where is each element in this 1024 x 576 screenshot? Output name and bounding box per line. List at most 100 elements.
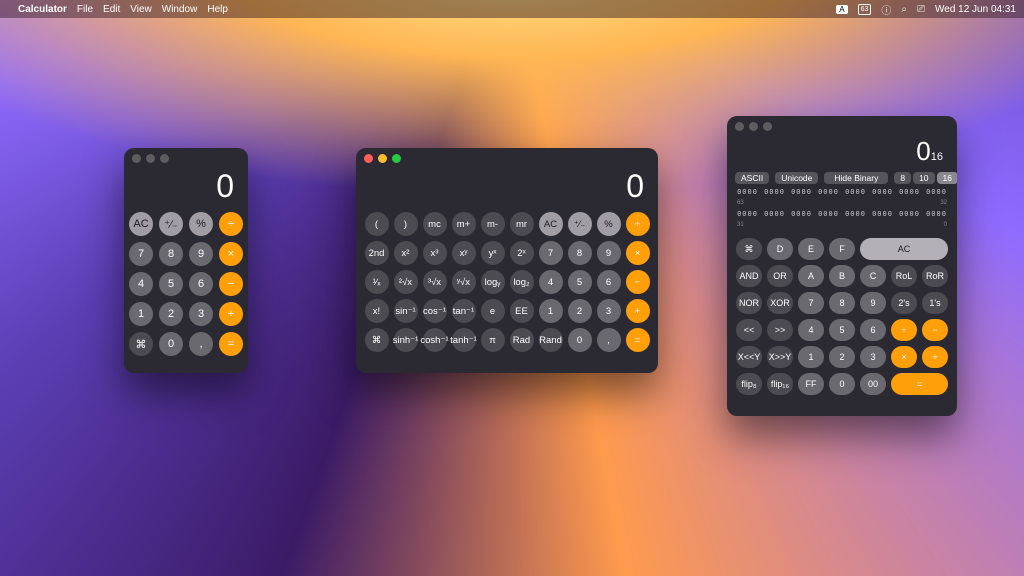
- key-e[interactable]: e: [481, 299, 505, 323]
- key-cosh[interactable]: cosh⁻¹: [423, 328, 447, 352]
- key-6[interactable]: 6: [597, 270, 621, 294]
- key-4[interactable]: 4: [539, 270, 563, 294]
- key-[interactable]: π: [481, 328, 505, 352]
- app-name[interactable]: Calculator: [18, 4, 67, 15]
- spotlight-icon[interactable]: ⌕: [901, 4, 907, 15]
- key-[interactable]: =: [891, 373, 948, 395]
- base-16-button[interactable]: 16: [937, 172, 957, 184]
- key-log[interactable]: log₂: [510, 270, 534, 294]
- ascii-button[interactable]: ASCII: [735, 172, 769, 184]
- key-[interactable]: +: [219, 302, 243, 326]
- key-m[interactable]: m+: [452, 212, 476, 236]
- unicode-button[interactable]: Unicode: [775, 172, 818, 184]
- key-ac[interactable]: AC: [539, 212, 563, 236]
- key-7[interactable]: 7: [129, 242, 153, 266]
- key-[interactable]: ,: [597, 328, 621, 352]
- key-x[interactable]: ³√x: [423, 270, 447, 294]
- key-[interactable]: −: [626, 270, 650, 294]
- key-x[interactable]: ʸ√x: [452, 270, 476, 294]
- key-00[interactable]: 00: [860, 373, 886, 395]
- key-b[interactable]: B: [829, 265, 855, 287]
- key-[interactable]: ÷: [626, 212, 650, 236]
- key-[interactable]: +: [626, 299, 650, 323]
- key-flip[interactable]: flip₈: [736, 373, 762, 395]
- key-tanh[interactable]: tanh⁻¹: [452, 328, 476, 352]
- key-[interactable]: ⌘: [129, 332, 153, 356]
- key-x[interactable]: x³: [423, 241, 447, 265]
- key-1-s[interactable]: 1's: [922, 292, 948, 314]
- key-[interactable]: ×: [219, 242, 243, 266]
- key-mc[interactable]: mc: [423, 212, 447, 236]
- key-sinh[interactable]: sinh⁻¹: [394, 328, 418, 352]
- key-mr[interactable]: mr: [510, 212, 534, 236]
- key-[interactable]: ×: [626, 241, 650, 265]
- key-8[interactable]: 8: [159, 242, 183, 266]
- key-xor[interactable]: XOR: [767, 292, 793, 314]
- base-8-button[interactable]: 8: [894, 172, 911, 184]
- bit-nibble[interactable]: 0000: [818, 188, 839, 196]
- menu-view[interactable]: View: [130, 4, 152, 15]
- key-ee[interactable]: EE: [510, 299, 534, 323]
- key-[interactable]: %: [189, 212, 213, 236]
- hide-binary-button[interactable]: Hide Binary: [824, 172, 888, 184]
- key-2[interactable]: 2: [159, 302, 183, 326]
- key-cos[interactable]: cos⁻¹: [423, 299, 447, 323]
- key-4[interactable]: 4: [798, 319, 824, 341]
- key-1[interactable]: 1: [798, 346, 824, 368]
- key-a[interactable]: A: [798, 265, 824, 287]
- key-d[interactable]: D: [767, 238, 793, 260]
- key-x-y[interactable]: X>>Y: [767, 346, 793, 368]
- key-7[interactable]: 7: [539, 241, 563, 265]
- bit-nibble[interactable]: 0000: [899, 210, 920, 218]
- key-0[interactable]: 0: [568, 328, 592, 352]
- key-3[interactable]: 3: [597, 299, 621, 323]
- bit-nibble[interactable]: 0000: [764, 210, 785, 218]
- key-8[interactable]: 8: [568, 241, 592, 265]
- key-2nd[interactable]: 2nd: [365, 241, 389, 265]
- key-x[interactable]: xʸ: [452, 241, 476, 265]
- menu-edit[interactable]: Edit: [103, 4, 120, 15]
- menubar-datetime[interactable]: Wed 12 Jun 04:31: [935, 4, 1016, 15]
- minimize-icon[interactable]: [378, 154, 387, 163]
- key-ac[interactable]: AC: [129, 212, 153, 236]
- key-y[interactable]: yˣ: [481, 241, 505, 265]
- key-9[interactable]: 9: [860, 292, 886, 314]
- close-icon[interactable]: [364, 154, 373, 163]
- key-[interactable]: =: [219, 332, 243, 356]
- key-1[interactable]: 1: [539, 299, 563, 323]
- battery-icon[interactable]: 63: [858, 4, 872, 15]
- zoom-icon[interactable]: [392, 154, 401, 163]
- minimize-icon[interactable]: [146, 154, 155, 163]
- key-0[interactable]: 0: [159, 332, 183, 356]
- bit-nibble[interactable]: 0000: [872, 210, 893, 218]
- key-[interactable]: −: [922, 319, 948, 341]
- key-2[interactable]: 2: [568, 299, 592, 323]
- bit-nibble[interactable]: 0000: [791, 188, 812, 196]
- key-rad[interactable]: Rad: [510, 328, 534, 352]
- minimize-icon[interactable]: [749, 122, 758, 131]
- key-nor[interactable]: NOR: [736, 292, 762, 314]
- key-[interactable]: ): [394, 212, 418, 236]
- bit-nibble[interactable]: 0000: [899, 188, 920, 196]
- key-8[interactable]: 8: [829, 292, 855, 314]
- key-[interactable]: %: [597, 212, 621, 236]
- key-5[interactable]: 5: [568, 270, 592, 294]
- key-[interactable]: >>: [767, 319, 793, 341]
- key-flip[interactable]: flip₁₆: [767, 373, 793, 395]
- bit-nibble[interactable]: 0000: [872, 188, 893, 196]
- key-5[interactable]: 5: [829, 319, 855, 341]
- key-rol[interactable]: RoL: [891, 265, 917, 287]
- key-c[interactable]: C: [860, 265, 886, 287]
- key-[interactable]: ÷: [219, 212, 243, 236]
- key-[interactable]: ,: [189, 332, 213, 356]
- bit-nibble[interactable]: 0000: [737, 210, 758, 218]
- key-[interactable]: <<: [736, 319, 762, 341]
- key-e[interactable]: E: [798, 238, 824, 260]
- key-0[interactable]: 0: [829, 373, 855, 395]
- base-10-button[interactable]: 10: [913, 172, 934, 184]
- key-[interactable]: ⌘: [365, 328, 389, 352]
- bit-nibble[interactable]: 0000: [818, 210, 839, 218]
- key-[interactable]: ¹∕ₓ: [365, 270, 389, 294]
- bit-nibble[interactable]: 0000: [845, 188, 866, 196]
- key-[interactable]: ×: [891, 346, 917, 368]
